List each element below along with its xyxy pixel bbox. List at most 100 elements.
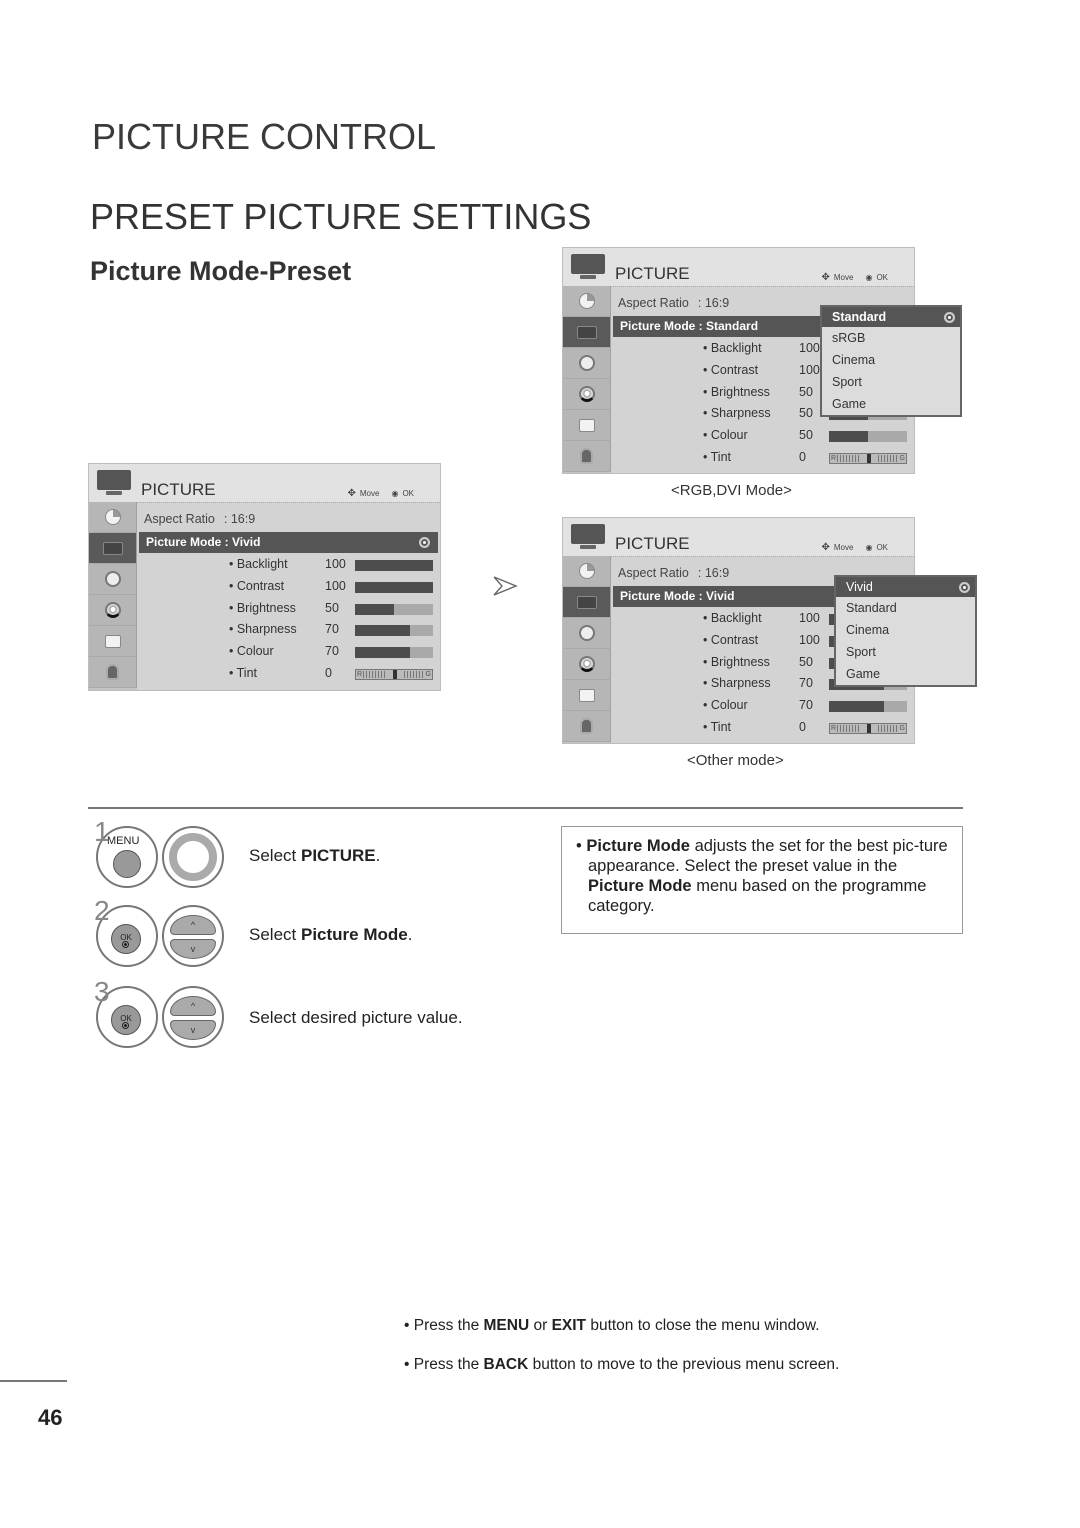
setting-bar[interactable] (829, 701, 907, 713)
setting-row-tint[interactable]: • Tint 0 R G (703, 718, 910, 738)
tint-slider[interactable]: RG (829, 723, 907, 734)
setting-bar[interactable] (355, 625, 433, 637)
section-heading: PICTURE CONTROL (92, 116, 437, 157)
dropdown-option-standard[interactable]: Standard (836, 597, 975, 619)
sidebar-item-picture-preset[interactable] (563, 286, 611, 317)
osd-header: PICTURE ✥ Move ◉ OK (563, 248, 914, 286)
down-arrow-button[interactable]: v (170, 1020, 216, 1040)
sidebar-item-lock[interactable] (89, 657, 137, 688)
up-arrow-button[interactable]: ^ (170, 915, 216, 935)
setting-value: 50 (799, 384, 813, 399)
setting-label: • Colour (229, 644, 274, 659)
setting-row-tint[interactable]: • Tint 0 R G (703, 448, 910, 468)
setting-row-contrast[interactable]: • Contrast 100 (229, 577, 436, 597)
step-number: 2 (94, 895, 110, 926)
setting-row-sharpness[interactable]: • Sharpness 70 (229, 620, 436, 640)
tint-right-label: G (425, 671, 431, 678)
sidebar-item-tv-screen[interactable] (563, 317, 611, 348)
setting-row-colour[interactable]: • Colour 50 (703, 426, 910, 446)
setting-value: 100 (799, 362, 820, 377)
setting-bar[interactable] (355, 560, 433, 571)
picture-mode-dropdown[interactable]: Vivid Standard Cinema Sport Game (834, 575, 977, 687)
picture-mode-dropdown[interactable]: Standard sRGB Cinema Sport Game (820, 305, 962, 417)
setting-bar-fill (355, 560, 433, 571)
sidebar-item-tv-screen[interactable] (89, 533, 137, 564)
sidebar-item-clock[interactable] (563, 649, 611, 680)
setting-row-colour[interactable]: • Colour 70 (229, 642, 436, 662)
sidebar-item-audio-speaker[interactable] (563, 618, 611, 649)
setting-bar[interactable] (355, 603, 433, 615)
sidebar-item-option[interactable] (563, 680, 611, 711)
move-hint: Move (833, 273, 854, 282)
dropdown-option-cinema[interactable]: Cinema (836, 619, 975, 641)
setting-bar[interactable] (355, 581, 433, 593)
down-arrow-button[interactable]: v (170, 939, 216, 959)
aspect-ratio-row[interactable]: Aspect Ratio: 16:9 (144, 512, 255, 526)
setting-label: • Tint (229, 666, 257, 680)
setting-value: 50 (799, 654, 813, 669)
tint-knob (867, 454, 871, 463)
setting-label: • Sharpness (703, 676, 771, 691)
sidebar-item-picture-preset[interactable] (89, 502, 137, 533)
dropdown-option-sport[interactable]: Sport (822, 371, 960, 393)
navigation-pad[interactable] (162, 826, 224, 888)
sidebar-item-lock[interactable] (563, 441, 611, 472)
setting-bar[interactable] (829, 431, 907, 443)
sidebar-item-option[interactable] (563, 410, 611, 441)
tv-icon (97, 470, 131, 496)
selected-radio-icon (944, 312, 955, 323)
setting-row-colour[interactable]: • Colour 70 (703, 696, 910, 716)
sidebar-item-tv-screen[interactable] (563, 587, 611, 618)
sidebar-item-option[interactable] (89, 626, 137, 657)
lock-icon (580, 718, 593, 734)
setting-label: • Sharpness (703, 406, 771, 421)
dropdown-option-game[interactable]: Game (822, 393, 960, 415)
dropdown-option-srgb[interactable]: sRGB (822, 327, 960, 349)
sidebar-item-audio-speaker[interactable] (89, 564, 137, 595)
sidebar-item-picture-preset[interactable] (563, 556, 611, 587)
dropdown-option-vivid[interactable]: Vivid (836, 577, 975, 597)
tint-right-label: G (899, 725, 905, 732)
sidebar-item-audio-speaker[interactable] (563, 348, 611, 379)
dropdown-option-label: Cinema (846, 623, 890, 637)
dropdown-option-game[interactable]: Game (836, 663, 975, 685)
step-instruction: Select Picture Mode. (249, 925, 413, 944)
setting-value: 100 (325, 578, 346, 593)
aspect-ratio-value: : 16:9 (223, 512, 256, 526)
setting-bar[interactable] (355, 647, 433, 659)
up-down-buttons[interactable]: ^ v (162, 905, 224, 967)
setting-row-tint[interactable]: • Tint 0 R G (229, 664, 436, 684)
tint-ticks-left (837, 455, 861, 462)
tint-slider[interactable]: RG (829, 453, 907, 464)
sidebar-item-lock[interactable] (563, 711, 611, 742)
up-down-buttons[interactable]: ^ v (162, 986, 224, 1048)
setting-row-brightness[interactable]: • Brightness 50 (229, 599, 436, 619)
tint-knob (393, 670, 397, 679)
tint-slider[interactable]: RG (355, 669, 433, 680)
aspect-ratio-label: Aspect Ratio (618, 566, 689, 580)
tint-ticks-right (878, 455, 898, 462)
sidebar-item-clock[interactable] (89, 595, 137, 626)
up-arrow-button[interactable]: ^ (170, 996, 216, 1016)
dropdown-option-standard[interactable]: Standard (822, 307, 960, 327)
tint-left-label: R (831, 725, 837, 732)
ok-hint: OK (876, 543, 888, 552)
tint-knob (867, 724, 871, 733)
aspect-ratio-row[interactable]: Aspect Ratio : 16:9 (618, 566, 729, 580)
sidebar-item-clock[interactable] (563, 379, 611, 410)
ok-dot-icon (122, 941, 129, 948)
dropdown-option-cinema[interactable]: Cinema (822, 349, 960, 371)
dropdown-option-label: Standard (832, 310, 887, 324)
setting-label: • Brightness (703, 654, 770, 669)
ok-icon: ◉ (865, 543, 873, 552)
tv-screen (571, 524, 605, 544)
dropdown-option-sport[interactable]: Sport (836, 641, 975, 663)
ok-hint: OK (402, 489, 414, 498)
picture-preset-icon (578, 563, 595, 579)
setting-label: • Backlight (229, 557, 288, 571)
aspect-ratio-row[interactable]: Aspect Ratio: 16:9 (618, 296, 729, 310)
picture-mode-row[interactable]: Picture Mode : Vivid (139, 532, 438, 553)
aspect-ratio-value: : 16:9 (697, 566, 730, 580)
setting-row-backlight[interactable]: • Backlight 100 (229, 555, 436, 575)
dropdown-option-label: Sport (846, 645, 876, 659)
